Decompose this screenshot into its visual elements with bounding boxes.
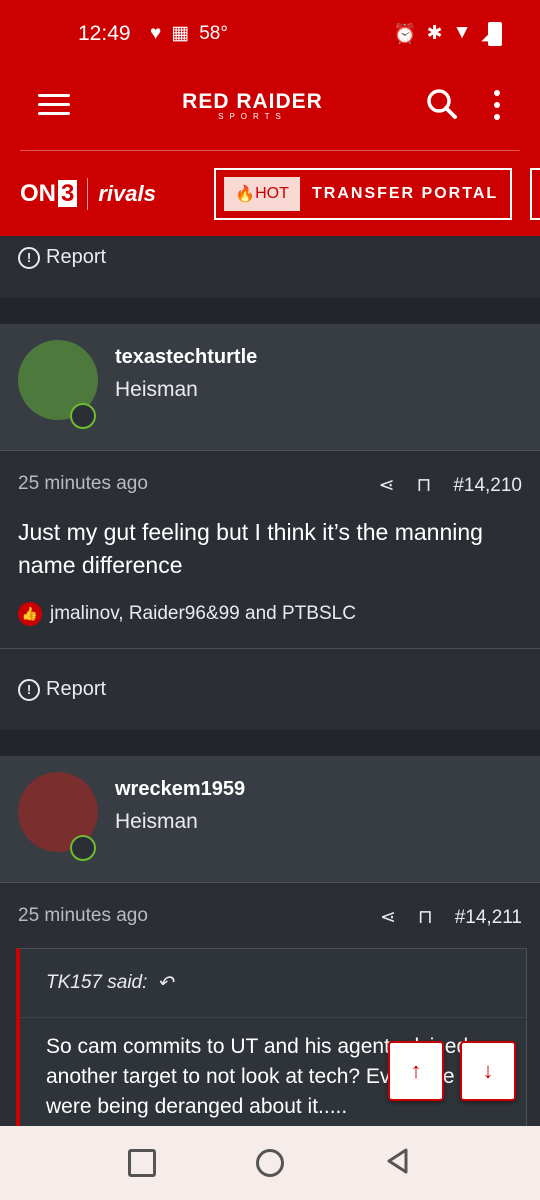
alarm-icon: ⏰ [392, 24, 417, 45]
online-status-icon [70, 835, 96, 861]
quote-author[interactable]: TK157 said: [46, 972, 147, 994]
alert-icon: ! [18, 678, 40, 701]
logo-title: RED RAIDER [182, 90, 323, 113]
scroll-down-button[interactable]: ↓ [460, 1041, 516, 1101]
post-separator [0, 298, 540, 324]
post-username[interactable]: texastechturtle [115, 346, 257, 369]
site-header: RED RAIDER SPORTS ON 3 rivals 🔥 HOT TRANS… [0, 60, 540, 236]
wifi-icon: ▼ [452, 22, 472, 43]
flame-icon: 🔥 [235, 186, 256, 203]
quote-block: TK157 said: ↶ So cam commits to UT and h… [16, 948, 527, 1149]
rivals-logo[interactable]: rivals [98, 181, 156, 207]
post-separator [0, 730, 540, 756]
header-divider [20, 150, 520, 151]
user-rank: Heisman [115, 378, 198, 401]
search-icon[interactable] [426, 88, 458, 125]
like-icon: 👍 [18, 602, 42, 626]
post-number[interactable]: #14,210 [453, 475, 522, 497]
reply-arrow-icon[interactable]: ↶ [157, 972, 173, 995]
transfer-portal-label: TRANSFER PORTAL [312, 185, 499, 202]
post-number[interactable]: #14,211 [455, 907, 522, 929]
quote-text: So cam commits to UT and his agent advis… [46, 1035, 469, 1118]
bookmark-icon[interactable]: ⊓ [418, 906, 433, 929]
likes-list[interactable]: jmalinov, Raider96&99 and PTBSLC [50, 603, 356, 625]
post-timestamp[interactable]: 25 minutes ago [18, 905, 148, 927]
more-options-icon[interactable] [494, 90, 500, 126]
user-rank: Heisman [115, 810, 198, 833]
status-time: 12:49 [78, 22, 131, 45]
site-logo[interactable]: RED RAIDER SPORTS [180, 90, 325, 121]
status-temperature: 58° [199, 22, 228, 44]
online-status-icon [70, 403, 96, 429]
status-bar: 12:49 ♥ ▦ 58° ⏰ ✱ ▼ ◢ [0, 0, 540, 60]
report-button[interactable]: ! Report [18, 678, 106, 701]
post-timestamp[interactable]: 25 minutes ago [18, 473, 148, 495]
post-message: Just my gut feeling but I think it’s the… [18, 519, 483, 578]
recents-icon[interactable] [128, 1149, 156, 1177]
report-button[interactable]: ! Report [18, 246, 106, 269]
bookmark-icon[interactable]: ⊓ [416, 474, 431, 497]
hot-badge: 🔥 HOT [224, 177, 300, 211]
battery-icon [488, 22, 502, 46]
heart-icon: ♥ [150, 22, 162, 44]
share-icon[interactable]: ⋖ [379, 474, 395, 497]
menu-icon[interactable] [38, 94, 70, 116]
post-username[interactable]: wreckem1959 [115, 778, 245, 801]
partner-brands: ON 3 rivals [20, 178, 156, 210]
home-icon[interactable] [256, 1149, 284, 1177]
share-icon[interactable]: ⋖ [380, 906, 396, 929]
alert-icon: ! [18, 246, 40, 269]
reactions-summary[interactable]: 👍 jmalinov, Raider96&99 and PTBSLC [18, 602, 356, 626]
apps-icon: ▦ [171, 23, 190, 44]
arrow-down-icon: ↓ [482, 1058, 494, 1083]
bluetooth-icon: ✱ [426, 23, 443, 44]
arrow-up-icon: ↑ [410, 1058, 422, 1083]
on3-logo[interactable]: ON 3 [20, 180, 78, 208]
back-icon[interactable] [384, 1147, 412, 1180]
transfer-portal-button[interactable]: 🔥 HOT TRANSFER PORTAL [214, 168, 512, 220]
next-promo-button[interactable] [530, 168, 540, 220]
system-navigation-bar [0, 1126, 540, 1200]
scroll-up-button[interactable]: ↑ [388, 1041, 444, 1101]
